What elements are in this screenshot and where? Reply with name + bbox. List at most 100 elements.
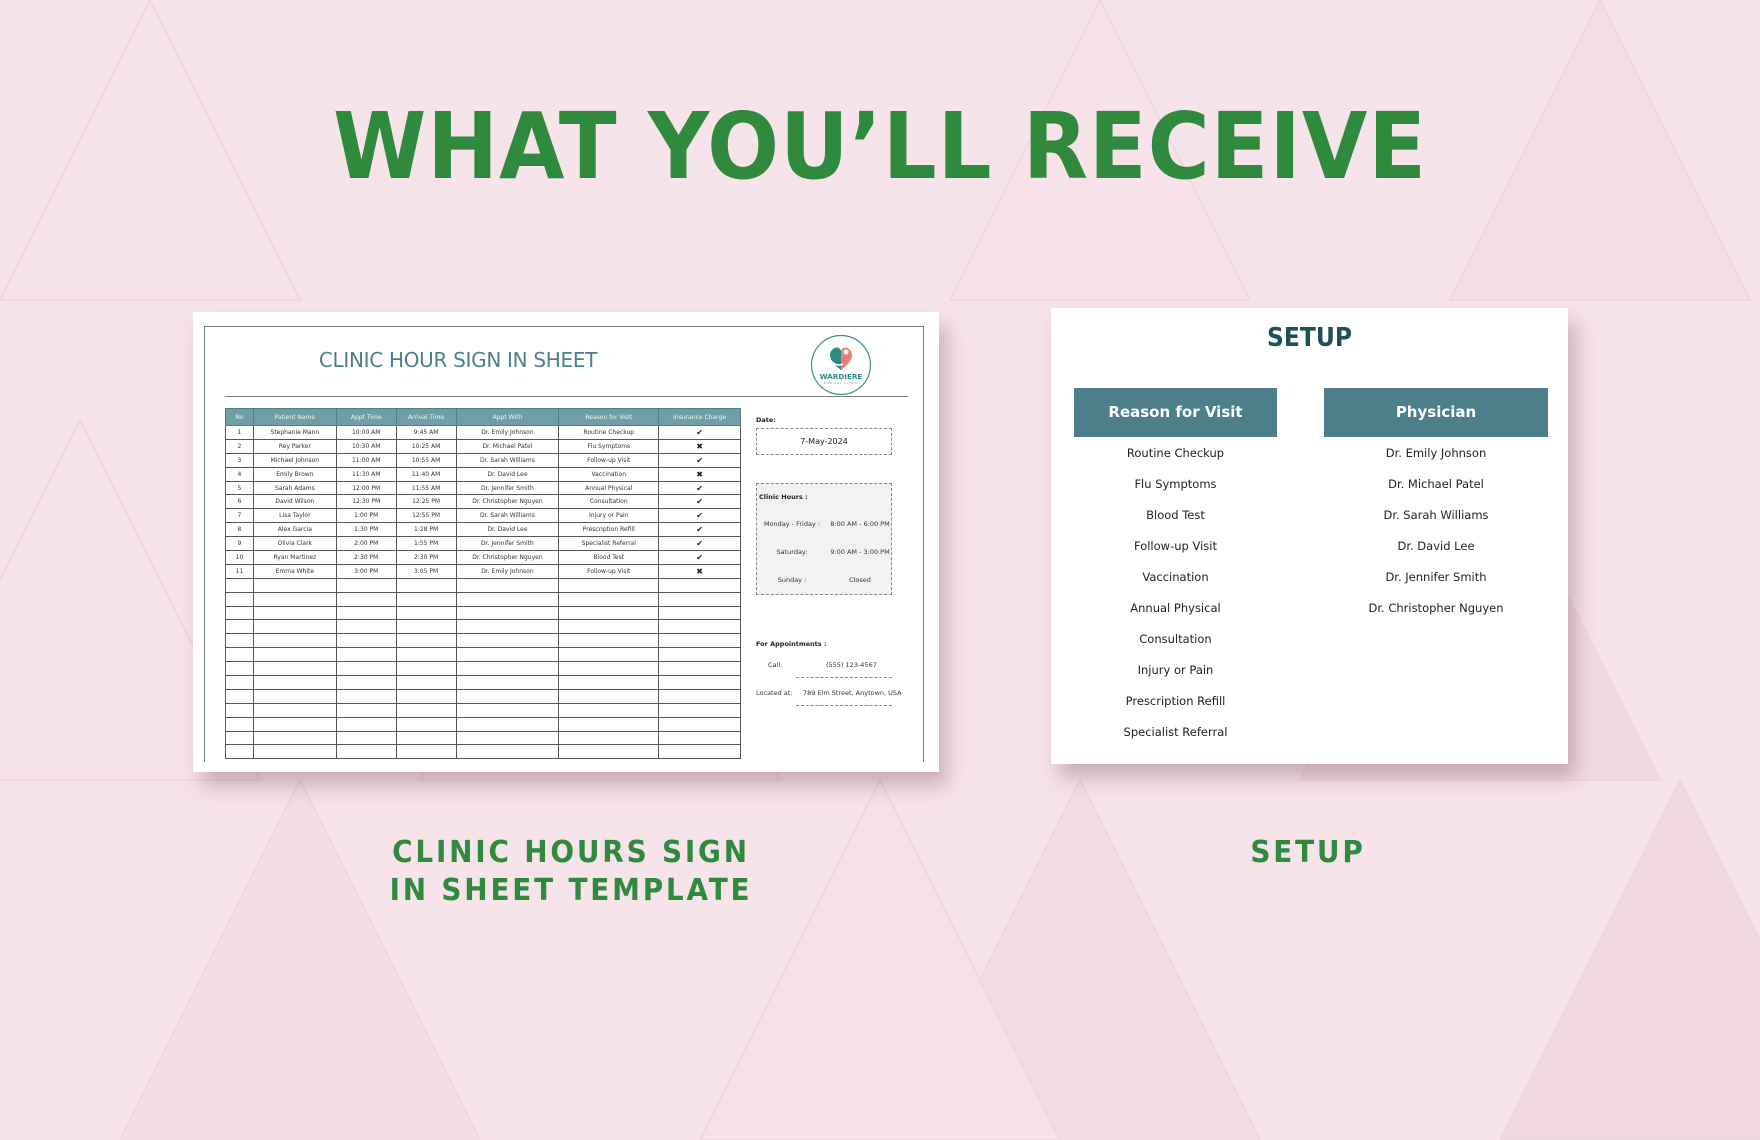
appt-time-cell[interactable]: 2:00 PM: [335, 536, 397, 552]
appt-time-cell[interactable]: [335, 688, 397, 704]
row-number-cell[interactable]: [225, 619, 254, 635]
reason-for-visit-cell[interactable]: Consultation: [558, 494, 660, 510]
reason-for-visit-cell[interactable]: Annual Physical: [558, 480, 660, 496]
appt-time-cell[interactable]: 1:30 PM: [335, 522, 397, 538]
reason-for-visit-cell[interactable]: Blood Test: [558, 550, 660, 565]
patient-name-cell[interactable]: Lisa Taylor: [252, 508, 337, 524]
table-row[interactable]: [225, 702, 741, 718]
row-number-cell[interactable]: 6: [225, 494, 254, 510]
row-number-cell[interactable]: [225, 577, 254, 593]
patient-name-cell[interactable]: [252, 744, 337, 760]
appt-with-cell[interactable]: Dr. David Lee: [455, 466, 560, 482]
patient-name-cell[interactable]: Emma White: [252, 563, 337, 579]
table-row[interactable]: [225, 633, 741, 649]
arrival-time-cell[interactable]: [395, 605, 457, 621]
appt-time-cell[interactable]: 3:00 PM: [335, 563, 397, 579]
patient-name-cell[interactable]: Rey Parker: [252, 438, 337, 454]
appt-with-cell[interactable]: [455, 577, 560, 593]
table-row[interactable]: [225, 730, 741, 746]
appt-with-cell[interactable]: Dr. Jennifer Smith: [455, 480, 560, 496]
arrival-time-cell[interactable]: 9:45 AM: [395, 425, 457, 440]
patient-name-cell[interactable]: [252, 647, 337, 663]
appt-time-cell[interactable]: [335, 744, 397, 760]
row-number-cell[interactable]: [225, 661, 254, 677]
table-row[interactable]: 9 Olivia Clark 2:00 PM 1:55 PM Dr. Jennifer …: [225, 536, 741, 552]
patient-name-cell[interactable]: [252, 702, 337, 718]
patient-name-cell[interactable]: [252, 605, 337, 621]
insurance-charge-cell[interactable]: ✔: [658, 508, 741, 524]
patient-name-cell[interactable]: [252, 716, 337, 732]
reason-for-visit-cell[interactable]: [558, 591, 660, 607]
appt-time-cell[interactable]: 11:00 AM: [335, 452, 397, 468]
insurance-charge-cell[interactable]: [658, 688, 741, 704]
reason-for-visit-cell[interactable]: Follow-up Visit: [558, 452, 660, 468]
appt-with-cell[interactable]: Dr. Christopher Nguyen: [455, 494, 560, 510]
reason-for-visit-cell[interactable]: Follow-up Visit: [558, 563, 660, 579]
arrival-time-cell[interactable]: [395, 675, 457, 690]
arrival-time-cell[interactable]: [395, 591, 457, 607]
row-number-cell[interactable]: [225, 702, 254, 718]
appt-with-cell[interactable]: Dr. David Lee: [455, 522, 560, 538]
reason-for-visit-cell[interactable]: Vaccination: [558, 466, 660, 482]
appt-with-cell[interactable]: [455, 702, 560, 718]
row-number-cell[interactable]: 7: [225, 508, 254, 524]
arrival-time-cell[interactable]: 1:55 PM: [395, 536, 457, 552]
appt-time-cell[interactable]: [335, 619, 397, 635]
row-number-cell[interactable]: 1: [225, 425, 254, 440]
patient-name-cell[interactable]: [252, 730, 337, 746]
row-number-cell[interactable]: 5: [225, 480, 254, 496]
patient-name-cell[interactable]: [252, 619, 337, 635]
patient-name-cell[interactable]: Ryan Martinez: [252, 550, 337, 565]
appt-with-cell[interactable]: Dr. Jennifer Smith: [455, 536, 560, 552]
insurance-charge-cell[interactable]: ✖: [658, 563, 741, 579]
table-row[interactable]: [225, 577, 741, 593]
row-number-cell[interactable]: [225, 647, 254, 663]
row-number-cell[interactable]: [225, 605, 254, 621]
arrival-time-cell[interactable]: [395, 577, 457, 593]
row-number-cell[interactable]: 2: [225, 438, 254, 454]
row-number-cell[interactable]: [225, 633, 254, 649]
reason-for-visit-cell[interactable]: Routine Checkup: [558, 425, 660, 440]
row-number-cell[interactable]: 3: [225, 452, 254, 468]
reason-for-visit-cell[interactable]: Flu Symptoms: [558, 438, 660, 454]
reason-for-visit-cell[interactable]: [558, 744, 660, 760]
patient-name-cell[interactable]: [252, 577, 337, 593]
table-row[interactable]: 4 Emily Brown 11:30 AM 11:40 AM Dr. David Le…: [225, 466, 741, 482]
insurance-charge-cell[interactable]: ✔: [658, 522, 741, 538]
setup-preview[interactable]: SETUP Reason for Visit Routine Checkup Fl…: [1051, 308, 1568, 764]
insurance-charge-cell[interactable]: [658, 619, 741, 635]
table-row[interactable]: 10 Ryan Martinez 2:30 PM 2:30 PM Dr. Christo…: [225, 550, 741, 565]
patient-name-cell[interactable]: [252, 688, 337, 704]
table-row[interactable]: [225, 675, 741, 690]
patient-name-cell[interactable]: David Wilson: [252, 494, 337, 510]
table-row[interactable]: [225, 661, 741, 677]
appt-time-cell[interactable]: [335, 675, 397, 690]
table-row[interactable]: 6 David Wilson 12:30 PM 12:25 PM Dr. Christo…: [225, 494, 741, 510]
appt-time-cell[interactable]: [335, 647, 397, 663]
insurance-charge-cell[interactable]: ✔: [658, 494, 741, 510]
appt-time-cell[interactable]: 12:00 PM: [335, 480, 397, 496]
arrival-time-cell[interactable]: [395, 688, 457, 704]
insurance-charge-cell[interactable]: [658, 577, 741, 593]
reason-for-visit-cell[interactable]: Injury or Pain: [558, 508, 660, 524]
appt-time-cell[interactable]: [335, 633, 397, 649]
insurance-charge-cell[interactable]: ✔: [658, 536, 741, 552]
appt-with-cell[interactable]: [455, 591, 560, 607]
arrival-time-cell[interactable]: 11:55 AM: [395, 480, 457, 496]
arrival-time-cell[interactable]: [395, 661, 457, 677]
reason-for-visit-cell[interactable]: [558, 633, 660, 649]
reason-for-visit-cell[interactable]: [558, 688, 660, 704]
table-row[interactable]: [225, 716, 741, 732]
table-row[interactable]: [225, 744, 741, 760]
insurance-charge-cell[interactable]: [658, 675, 741, 690]
patient-name-cell[interactable]: Alex Garcia: [252, 522, 337, 538]
reason-for-visit-cell[interactable]: [558, 619, 660, 635]
insurance-charge-cell[interactable]: [658, 591, 741, 607]
appt-with-cell[interactable]: [455, 619, 560, 635]
appt-time-cell[interactable]: [335, 591, 397, 607]
appt-with-cell[interactable]: [455, 730, 560, 746]
appt-with-cell[interactable]: [455, 744, 560, 760]
sign-in-sheet-preview[interactable]: CLINIC HOUR SIGN IN SHEET WARDIERE MEDIC…: [193, 312, 939, 772]
insurance-charge-cell[interactable]: ✖: [658, 438, 741, 454]
row-number-cell[interactable]: 8: [225, 522, 254, 538]
